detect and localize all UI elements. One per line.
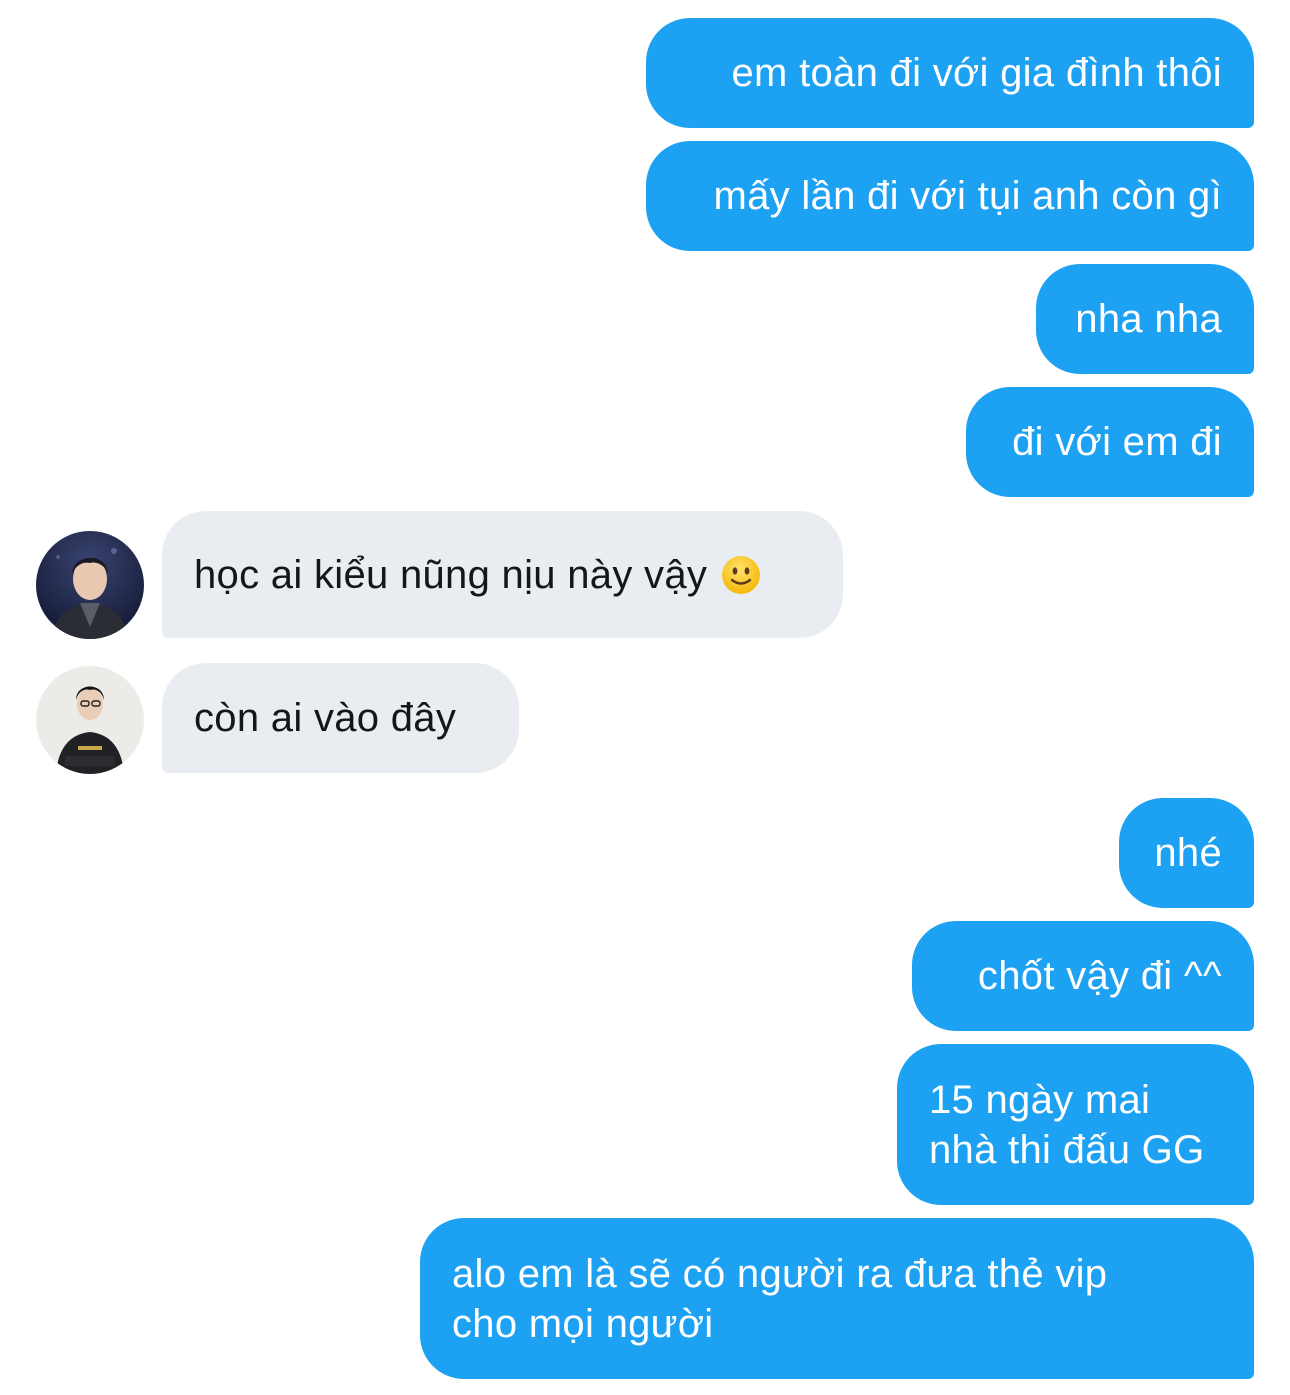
message-line: cho mọi người — [452, 1301, 714, 1346]
message-line: 15 ngày mai — [929, 1077, 1151, 1122]
received-message-bubble[interactable]: còn ai vào đây — [162, 663, 519, 773]
avatar-user-1-image — [36, 531, 144, 639]
sent-message-bubble[interactable]: mấy lần đi với tụi anh còn gì — [646, 141, 1254, 251]
message-line: nhà thi đấu GG — [929, 1127, 1205, 1172]
sent-message-bubble[interactable]: nhé — [1119, 798, 1254, 908]
sent-message-bubble[interactable]: em toàn đi với gia đình thôi — [646, 18, 1254, 128]
sent-message-bubble[interactable]: nha nha — [1036, 264, 1254, 374]
sent-message-bubble[interactable]: đi với em đi — [966, 387, 1254, 497]
message-text: alo em là sẽ có người ra đưa thẻ vip cho… — [452, 1249, 1107, 1349]
message-text: đi với em đi — [1012, 420, 1222, 464]
message-text: chốt vậy đi ^^ — [977, 954, 1222, 998]
message-line: alo em là sẽ có người ra đưa thẻ vip — [452, 1251, 1108, 1296]
message-text: em toàn đi với gia đình thôi — [731, 51, 1222, 95]
received-message-bubble[interactable]: học ai kiểu nũng nịu này vậy — [162, 511, 843, 638]
message-text: học ai kiểu nũng nịu này vậy — [194, 552, 708, 597]
avatar[interactable] — [36, 531, 144, 639]
message-text: mấy lần đi với tụi anh còn gì — [713, 174, 1222, 218]
avatar[interactable] — [36, 666, 144, 774]
sent-message-bubble[interactable]: 15 ngày mai nhà thi đấu GG — [897, 1044, 1254, 1205]
message-text: nha nha — [1075, 297, 1222, 341]
sent-message-bubble[interactable]: alo em là sẽ có người ra đưa thẻ vip cho… — [420, 1218, 1254, 1379]
message-text: còn ai vào đây — [194, 696, 457, 740]
avatar-user-2-image — [36, 666, 144, 774]
message-text: nhé — [1154, 831, 1222, 875]
slightly-smiling-face-icon — [721, 555, 761, 595]
sent-message-bubble[interactable]: chốt vậy đi ^^ — [912, 921, 1254, 1031]
message-text: 15 ngày mai nhà thi đấu GG — [929, 1075, 1205, 1175]
